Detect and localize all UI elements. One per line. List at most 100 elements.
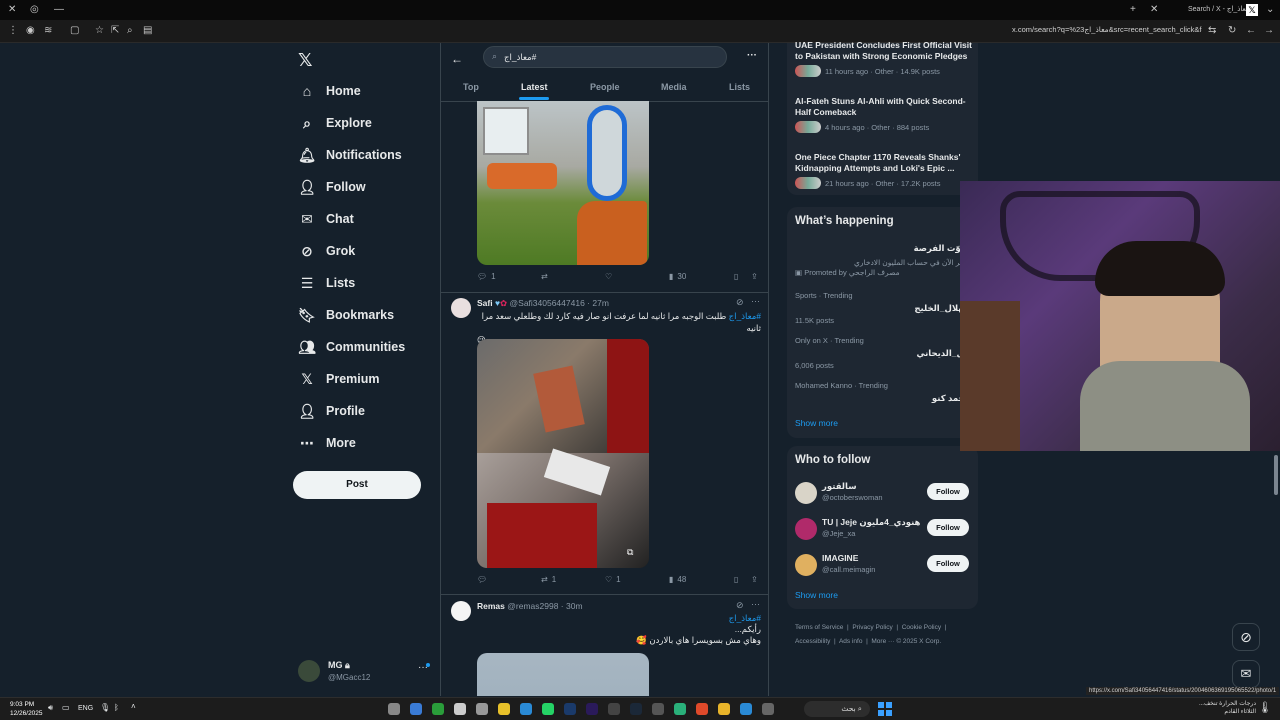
- hashtag-link[interactable]: #معاذ_اج: [477, 613, 761, 624]
- hashtag-link[interactable]: #معاذ_اج: [729, 311, 761, 321]
- favorite-star-icon[interactable]: ☆: [95, 21, 104, 41]
- nav-item-follow[interactable]: 👤︎ Follow: [298, 175, 365, 199]
- news-trend-item[interactable]: UAE President Concludes First Official V…: [795, 40, 973, 77]
- avatar[interactable]: [451, 601, 471, 621]
- post-button[interactable]: Post: [293, 471, 421, 499]
- tweet-media-image[interactable]: [477, 653, 649, 696]
- network-icon[interactable]: ▭: [62, 703, 70, 712]
- messages-float-button[interactable]: ✉: [1232, 660, 1260, 688]
- follow-button[interactable]: Follow: [927, 483, 969, 500]
- avatar[interactable]: [451, 298, 471, 318]
- tab-close-icon[interactable]: ✕: [1150, 0, 1158, 20]
- files-icon[interactable]: [762, 703, 774, 715]
- nav-item-home[interactable]: ⌂ Home: [298, 79, 361, 103]
- grok-icon[interactable]: ⊘: [736, 297, 744, 308]
- tab-lists[interactable]: Lists: [729, 82, 750, 92]
- grok-icon[interactable]: ⊘: [736, 600, 744, 611]
- news-trend-item[interactable]: One Piece Chapter 1170 Reveals Shanks' K…: [795, 152, 973, 189]
- show-more-link[interactable]: Show more: [795, 590, 838, 600]
- chrome-dev-icon[interactable]: [454, 703, 466, 715]
- like-button[interactable]: ♡ 1: [605, 575, 621, 584]
- reply-button[interactable]: 💬︎ 1: [477, 272, 496, 281]
- grok-float-button[interactable]: ⊘: [1232, 623, 1260, 651]
- tab-title[interactable]: Search / X - معاذ_اج#: [1188, 0, 1254, 20]
- github-icon[interactable]: [652, 703, 664, 715]
- follow-button[interactable]: Follow: [927, 519, 969, 536]
- usb-icon[interactable]: [476, 703, 488, 715]
- author-name[interactable]: Safi: [477, 298, 493, 308]
- workspace-icon[interactable]: ◎: [30, 0, 39, 20]
- tab-media[interactable]: Media: [661, 82, 687, 92]
- news-trend-item[interactable]: Al-Fateh Stuns Al-Ahli with Quick Second…: [795, 96, 973, 133]
- close-window-icon[interactable]: ✕: [8, 0, 16, 20]
- share-icon[interactable]: ⇱: [111, 21, 119, 41]
- search-input[interactable]: ⌕ معاذ_اج#: [483, 46, 727, 68]
- taskbar-search[interactable]: بحث ⌕: [804, 701, 870, 717]
- trend-item[interactable]: Sports · Trending الهلال_الخليج 11.5K post…: [795, 291, 970, 331]
- premiere-icon[interactable]: [586, 703, 598, 715]
- show-more-link[interactable]: Show more: [795, 418, 838, 428]
- back-arrow-icon[interactable]: ←: [451, 52, 463, 66]
- nav-item-notifications[interactable]: 🔔︎ Notifications: [298, 143, 402, 167]
- tray-chevron-icon[interactable]: ˄: [131, 702, 136, 711]
- footer-link[interactable]: Terms of Service: [795, 624, 843, 631]
- volume-icon[interactable]: 🔊︎: [48, 703, 53, 713]
- windows-start-icon[interactable]: [878, 702, 892, 716]
- nav-item-premium[interactable]: 𝕏 Premium: [298, 367, 379, 391]
- mic-icon[interactable]: 🎙︎: [100, 703, 110, 712]
- nav-item-lists[interactable]: ☰ Lists: [298, 271, 355, 295]
- footer-link[interactable]: Privacy Policy: [852, 624, 892, 631]
- photos-icon[interactable]: [520, 703, 532, 715]
- more-options-icon[interactable]: ···: [747, 50, 757, 61]
- tweet-media-image[interactable]: ⧉: [477, 339, 649, 568]
- more-options-icon[interactable]: ···: [751, 599, 760, 609]
- tweet-time[interactable]: · 27m: [587, 298, 609, 308]
- footer-link[interactable]: Ads info: [839, 638, 863, 645]
- new-tab-icon[interactable]: +: [1130, 0, 1136, 20]
- tab-top[interactable]: Top: [463, 82, 479, 92]
- nav-item-more[interactable]: ⋯ More: [298, 431, 356, 455]
- author-handle[interactable]: @remas2998: [507, 601, 558, 611]
- nav-item-explore[interactable]: ⌕ Explore: [298, 111, 372, 135]
- clock[interactable]: 9:03 PM 12/26/2025: [10, 700, 43, 718]
- promoted-trend[interactable]: تفوّت الفرصة ادخر الآن في حساب المليون ا…: [795, 243, 970, 267]
- sticky-notes-icon[interactable]: [498, 703, 510, 715]
- footer-link[interactable]: More ···: [871, 638, 894, 645]
- minimize-icon[interactable]: —: [54, 0, 64, 20]
- app-icon[interactable]: [674, 703, 686, 715]
- share-button[interactable]: ⇪: [751, 575, 758, 584]
- reply-button[interactable]: 💬︎: [477, 575, 487, 584]
- nav-item-grok[interactable]: ⊘ Grok: [298, 239, 355, 263]
- file-icon[interactable]: [388, 703, 400, 715]
- chrome-icon[interactable]: [696, 703, 708, 715]
- terminal-icon[interactable]: [608, 703, 620, 715]
- retweet-button[interactable]: ⇄: [541, 272, 548, 281]
- scrollbar-thumb[interactable]: [1274, 455, 1278, 495]
- author-handle[interactable]: @Safi34056447416: [510, 298, 585, 308]
- author-name[interactable]: Remas: [477, 601, 505, 611]
- tab-people[interactable]: People: [590, 82, 620, 92]
- footer-link[interactable]: Cookie Policy: [902, 624, 941, 631]
- whatsapp-icon[interactable]: [542, 703, 554, 715]
- sidebar-menu-icon[interactable]: ⋮: [8, 21, 18, 41]
- account-switcher[interactable]: MG 🔒︎ @MGacc12 ···: [298, 658, 434, 686]
- nav-item-bookmarks[interactable]: 🔖︎ Bookmarks: [298, 303, 394, 327]
- reload-icon[interactable]: ↻: [1228, 21, 1236, 41]
- nav-item-profile[interactable]: 👤︎ Profile: [298, 399, 365, 423]
- views-button[interactable]: ▮ 30: [669, 272, 686, 281]
- edge-icon[interactable]: [740, 703, 752, 715]
- xbox-icon[interactable]: [432, 703, 444, 715]
- photoshop-icon[interactable]: [564, 703, 576, 715]
- weather-widget[interactable]: درجات الحرارة تنخف... الثلاثاء القادم: [1180, 700, 1256, 716]
- tab-menu-icon[interactable]: ⌄: [1266, 0, 1274, 20]
- x-logo-icon[interactable]: 𝕏: [298, 50, 313, 71]
- display-icon[interactable]: [410, 703, 422, 715]
- address-bar[interactable]: x.com/search?q=%23معاذ_اج&src=recent_sea…: [1012, 25, 1202, 34]
- back-icon[interactable]: ←: [1246, 21, 1256, 41]
- find-icon[interactable]: ⌕: [127, 21, 133, 41]
- bookmark-button[interactable]: ▯: [734, 272, 738, 281]
- nav-item-communities[interactable]: 👥︎ Communities: [298, 335, 405, 359]
- like-button[interactable]: ♡: [605, 272, 612, 281]
- share-button[interactable]: ⇪: [751, 272, 758, 281]
- more-options-icon[interactable]: ···: [751, 296, 760, 306]
